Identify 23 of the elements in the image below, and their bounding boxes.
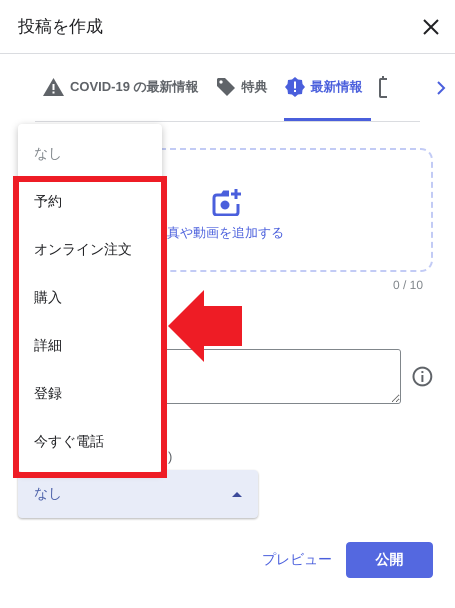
dialog-title: 投稿を作成 bbox=[18, 16, 103, 38]
menu-item[interactable]: 予約 bbox=[18, 178, 162, 226]
tab[interactable]: COVID-19 の最新情報 bbox=[42, 56, 207, 121]
photo-count: 0 / 10 bbox=[392, 278, 423, 292]
chevron-right-icon[interactable] bbox=[436, 81, 446, 95]
menu-item[interactable]: 登録 bbox=[18, 370, 162, 418]
warning-icon bbox=[43, 78, 64, 96]
tab[interactable]: 特典 bbox=[214, 56, 276, 121]
tag-icon bbox=[216, 77, 236, 97]
tab[interactable]: 最新情報 bbox=[284, 56, 371, 121]
close-icon[interactable] bbox=[421, 16, 441, 36]
menu-item[interactable]: オンライン注文 bbox=[18, 226, 162, 274]
field-label: ) bbox=[168, 449, 174, 466]
preview-button[interactable]: プレビュー bbox=[262, 551, 332, 569]
menu-item[interactable]: 詳細 bbox=[18, 322, 162, 370]
add-photo-icon bbox=[210, 188, 240, 216]
publish-button[interactable]: 公開 bbox=[346, 542, 433, 578]
add-media-label: 真や動画を追加する bbox=[167, 224, 284, 242]
menu-item[interactable]: 購入 bbox=[18, 274, 162, 322]
button-type-select[interactable]: なし bbox=[18, 470, 258, 518]
menu-item[interactable]: 今すぐ電話 bbox=[18, 418, 162, 466]
alert-badge-icon bbox=[284, 77, 305, 97]
info-icon[interactable] bbox=[412, 366, 433, 387]
